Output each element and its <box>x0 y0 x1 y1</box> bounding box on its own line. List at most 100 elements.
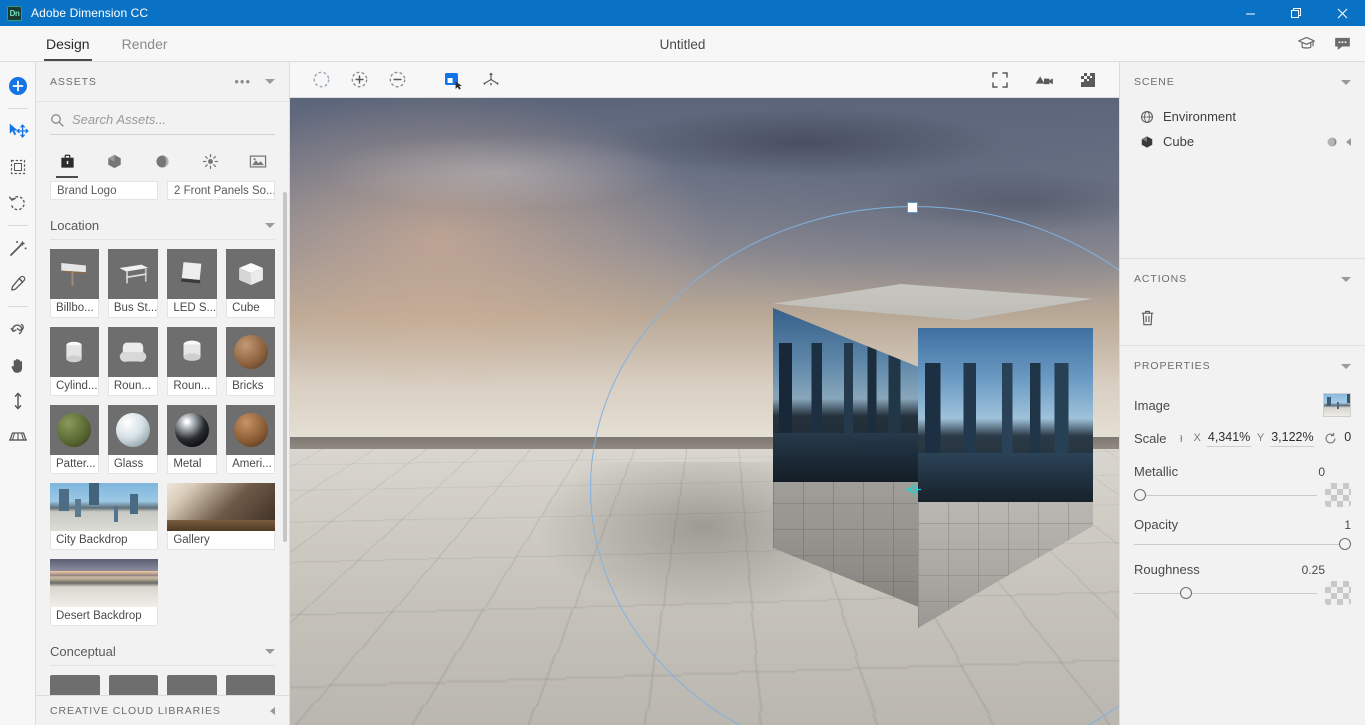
images-tab[interactable] <box>243 147 273 175</box>
pivot-crosshair-icon[interactable] <box>905 481 922 498</box>
rotation-icon[interactable] <box>1324 432 1337 445</box>
tutorials-icon[interactable] <box>1295 33 1317 55</box>
eyedropper-tool[interactable] <box>3 266 33 302</box>
minimize-button[interactable] <box>1227 0 1273 26</box>
asset-tile-desert-backdrop[interactable]: Desert Backdrop <box>50 559 159 626</box>
delete-button[interactable] <box>1134 305 1160 331</box>
libraries-expand-icon[interactable] <box>270 706 275 715</box>
roughness-slider[interactable] <box>1134 585 1317 601</box>
roughness-texture-swatch[interactable] <box>1325 581 1351 605</box>
link-aspect-icon[interactable] <box>1175 432 1186 445</box>
add-to-selection-tool[interactable] <box>342 66 376 94</box>
lights-tab[interactable] <box>195 147 225 175</box>
assets-scrollbar[interactable] <box>283 192 287 542</box>
asset-tile-billboard[interactable]: Billbo... <box>50 249 99 318</box>
orbit-tool[interactable] <box>3 311 33 347</box>
tool-rail <box>0 62 36 725</box>
horizon-tool[interactable] <box>3 419 33 455</box>
asset-tile-led-screen[interactable]: LED S... <box>167 249 218 318</box>
assets-scroll-area[interactable]: Brand Logo 2 Front Panels So... Location… <box>36 175 289 695</box>
metallic-texture-swatch[interactable] <box>1325 483 1351 507</box>
asset-thumb-concept-2[interactable] <box>108 675 158 695</box>
assets-more-icon[interactable]: ••• <box>234 75 251 88</box>
metallic-slider[interactable] <box>1134 487 1317 503</box>
asset-tile-rounded-cube[interactable]: Roun... <box>107 327 159 396</box>
tab-design[interactable]: Design <box>30 26 106 61</box>
materials-tab[interactable] <box>148 147 178 175</box>
asset-tile-cube[interactable]: Cube <box>226 249 275 318</box>
dolly-tool[interactable] <box>3 383 33 419</box>
fullscreen-icon[interactable] <box>983 66 1017 94</box>
asset-thumb-pattern <box>50 405 99 455</box>
place-image-tool[interactable] <box>436 66 470 94</box>
section-location-header[interactable]: Location <box>50 218 275 240</box>
creative-cloud-libraries-label: CREATIVE CLOUD LIBRARIES <box>50 704 221 717</box>
scale-y-axis-label: Y <box>1256 432 1265 444</box>
scale-x-input[interactable]: 4,341% <box>1206 430 1251 447</box>
recent-chips: Brand Logo 2 Front Panels So... <box>50 181 275 200</box>
magic-wand-tool[interactable] <box>3 230 33 266</box>
asset-tile-metal[interactable]: Metal <box>167 405 218 474</box>
scene-panel-title: SCENE <box>1134 76 1175 88</box>
asset-thumb-gallery <box>167 483 275 531</box>
asset-thumb-concept-4[interactable] <box>225 675 275 695</box>
assets-collapse-icon[interactable] <box>265 79 275 84</box>
search-icon <box>51 113 64 127</box>
camera-bookmarks-icon[interactable] <box>1027 66 1061 94</box>
scale-tool[interactable] <box>3 149 33 185</box>
rail-divider-1 <box>7 108 28 109</box>
scene-item-cube-expand-icon[interactable] <box>1346 137 1351 146</box>
tab-render[interactable]: Render <box>106 26 184 61</box>
asset-tile-bricks[interactable]: Bricks <box>226 327 275 396</box>
asset-tile-cylinder[interactable]: Cylind... <box>50 327 99 396</box>
asset-tile-pattern[interactable]: Patter... <box>50 405 99 474</box>
properties-collapse-icon[interactable] <box>1341 363 1351 369</box>
scale-property-row: Scale X 4,341% Y 3,122% 0 <box>1134 422 1351 454</box>
creative-cloud-libraries-bar[interactable]: CREATIVE CLOUD LIBRARIES <box>36 695 289 725</box>
search-input[interactable] <box>72 112 275 127</box>
chip-front-panels[interactable]: 2 Front Panels So... <box>167 181 275 200</box>
select-tool[interactable] <box>304 66 338 94</box>
asset-tile-glass[interactable]: Glass <box>107 405 159 474</box>
scale-y-input[interactable]: 3,122% <box>1270 430 1315 447</box>
asset-thumb-concept-1[interactable] <box>50 675 100 695</box>
app-logo-icon: Dn <box>7 5 22 21</box>
viewport-3d[interactable] <box>290 98 1119 725</box>
cube-icon <box>108 154 121 168</box>
cube-icon <box>1141 135 1153 148</box>
asset-tile-wood[interactable]: Ameri... <box>226 405 275 474</box>
group-tool[interactable] <box>474 66 508 94</box>
close-button[interactable] <box>1319 0 1365 26</box>
asset-thumb-concept-3[interactable] <box>167 675 217 695</box>
section-conceptual-caret-icon[interactable] <box>265 649 275 654</box>
pan-tool[interactable] <box>3 347 33 383</box>
chip-brand-logo[interactable]: Brand Logo <box>50 181 158 200</box>
feedback-icon[interactable] <box>1331 33 1353 55</box>
opacity-slider[interactable] <box>1134 536 1351 552</box>
rotation-input[interactable]: 0 <box>1343 430 1365 446</box>
section-location-caret-icon[interactable] <box>265 223 275 228</box>
search-box[interactable] <box>50 112 275 135</box>
scene-collapse-icon[interactable] <box>1341 79 1351 85</box>
scene-item-cube[interactable]: Cube <box>1134 129 1351 154</box>
subtract-from-selection-tool[interactable] <box>380 66 414 94</box>
asset-tile-city-backdrop[interactable]: City Backdrop <box>50 483 159 550</box>
asset-tile-rounded-cylinder[interactable]: Roun... <box>167 327 218 396</box>
rotate-tool[interactable] <box>3 185 33 221</box>
asset-tile-bus-stop[interactable]: Bus St... <box>107 249 159 318</box>
add-object-tool[interactable] <box>3 68 33 104</box>
asset-label-city-backdrop: City Backdrop <box>50 531 159 550</box>
asset-thumb-rounded-cylinder <box>167 327 218 377</box>
selection-handle-top[interactable] <box>907 202 918 213</box>
select-move-tool[interactable] <box>3 113 33 149</box>
asset-tile-gallery[interactable]: Gallery <box>167 483 275 550</box>
maximize-button[interactable] <box>1273 0 1319 26</box>
models-tab[interactable] <box>100 147 130 175</box>
starter-assets-tab[interactable] <box>52 147 82 178</box>
image-swatch[interactable] <box>1323 393 1351 417</box>
rail-divider-3 <box>7 306 28 307</box>
section-conceptual-header[interactable]: Conceptual <box>50 644 275 666</box>
actions-collapse-icon[interactable] <box>1341 276 1351 282</box>
render-preview-icon[interactable] <box>1071 66 1105 94</box>
scene-item-environment[interactable]: Environment <box>1134 104 1351 129</box>
